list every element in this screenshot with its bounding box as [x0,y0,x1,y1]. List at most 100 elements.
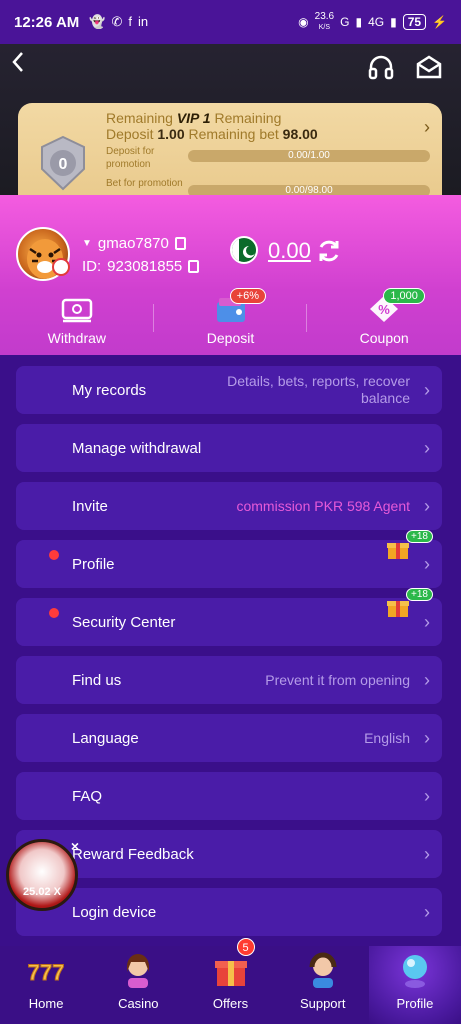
menu-item-value: English [364,729,410,746]
hotspot-icon: ◉ [298,15,309,29]
chevron-right-icon: › [424,117,430,137]
bottom-nav: 777 Home Casino 5 Offers Support Profile [0,938,461,1024]
signal-4g: 4G [368,15,385,29]
avatar-edit-icon[interactable] [52,258,70,276]
reward-badge: +18 [406,530,433,543]
withdraw-button[interactable]: Withdraw [0,290,154,350]
nav-profile[interactable]: Profile [368,946,461,1024]
username-row: ▼ gmao7870 [82,235,186,252]
signal-g: G [340,15,350,29]
vip-summary: Remaining VIP 1 Remaining Deposit 1.00 R… [106,110,318,142]
facebook-icon: f [128,14,133,29]
nav-label: Casino [118,996,159,1011]
copy-icon[interactable] [174,237,186,250]
reward-badge: +18 [406,588,433,601]
svg-text:777: 777 [28,960,65,985]
vip-remaining-label-2: Remaining [214,110,282,126]
menu-item-label: My records [72,381,147,399]
mail-icon[interactable] [414,52,444,82]
headset-icon[interactable] [366,52,396,82]
nav-label: Offers [212,996,249,1011]
menu-item-label: Profile [72,555,115,573]
vip-level-badge-icon: 0 [41,135,85,191]
vip-level: 0 [59,156,68,173]
coupon-count-tag: 1,000 [383,288,425,304]
menu-item-value: commission PKR 598 Agent [236,497,410,514]
wallet-card-icon [61,298,93,323]
menu-item-label: FAQ [72,787,103,805]
status-time: 12:26 AM [14,13,80,31]
battery-level: 75 [402,14,427,30]
gift-offers-icon [214,961,247,986]
menu-item-find-us[interactable]: Find us Prevent it from opening › [16,656,442,704]
menu-item-label: Security Center [72,613,176,631]
user-id: 923081855 [107,258,183,275]
notification-dot [49,550,59,560]
snapchat-icon: 👻 [89,14,106,29]
notification-icons: 👻 ✆ f in [89,14,148,30]
coupon-button[interactable]: % 1,000 Coupon [307,288,461,350]
menu-item-label: Manage withdrawal [72,439,202,457]
menu-item-label: Reward Feedback [72,845,194,863]
back-icon[interactable] [10,50,26,81]
floating-game-widget[interactable]: × 25.02 X [6,838,79,911]
vip-remaining-label: Remaining [106,110,173,126]
user-id-label: ID: [82,258,102,275]
caret-down-icon: ▼ [82,238,92,249]
menu-item-manage-withdrawal[interactable]: Manage withdrawal › [16,424,442,472]
menu-item-language[interactable]: Language English › [16,714,442,762]
pakistan-flag-icon [230,236,258,264]
nav-support[interactable]: Support [277,946,369,1024]
vip-deposit-value: 1.00 [157,126,185,142]
chevron-right-icon: › [424,437,430,458]
user-id-row: ID: 923081855 [82,258,200,275]
coupon-label: Coupon [359,330,409,346]
copy-icon[interactable] [188,260,200,273]
game-multiplier: 25.02 X [23,886,61,898]
nav-home[interactable]: 777 Home [0,946,92,1024]
vip-bet-value: 98.00 [282,126,318,142]
withdraw-label: Withdraw [47,330,107,346]
deposit-button[interactable]: +6% Deposit [154,288,308,350]
charging-icon: ⚡ [432,15,447,29]
username: gmao7870 [97,235,169,252]
menu-item-login-device[interactable]: Login device › [16,888,442,936]
status-bar: 12:26 AM 👻 ✆ f in ◉ 23.6 K/S G ▮ 4G ▮ 75… [0,0,461,44]
profile-orb-icon [402,955,427,988]
deposit-bonus-tag: +6% [229,288,266,304]
menu-item-label: Invite [72,497,108,515]
linkedin-icon: in [138,14,149,29]
nav-casino[interactable]: Casino [92,946,184,1024]
offers-badge: 5 [236,938,255,956]
chevron-right-icon: › [424,843,430,864]
chevron-right-icon: › [424,785,430,806]
deposit-label: Deposit [206,330,255,346]
deposit-promo-label: Deposit for promotion [106,146,155,170]
deposit-promo-progress: 0.00/1.00 [188,150,430,162]
chevron-right-icon: › [424,727,430,748]
menu-item-profile[interactable]: Profile +18 › [16,530,442,588]
vip-deposit-label: Deposit [106,126,154,142]
chevron-right-icon: › [424,611,430,632]
balance: 0.00 [268,238,311,263]
bet-promo-label: Bet for promotion [106,178,183,189]
vip-next-level: VIP 1 [176,110,211,126]
signal-bars-icon: ▮ [355,15,363,29]
menu-item-reward-feedback[interactable]: Reward Feedback › [16,830,442,878]
slot-777-icon: 777 [27,960,65,986]
close-icon[interactable]: × [71,838,79,854]
casino-girl-icon [127,954,150,988]
refresh-icon[interactable] [314,236,344,266]
nav-offers[interactable]: 5 Offers [184,938,276,1024]
support-agent-icon [309,952,337,988]
nav-label: Home [28,996,64,1011]
chevron-right-icon: › [424,669,430,690]
menu-item-faq[interactable]: FAQ › [16,772,442,820]
net-speed-value: 23.6 [314,10,335,22]
menu-item-security-center[interactable]: Security Center +18 › [16,588,442,646]
nav-label: Support [299,996,346,1011]
menu-item-my-records[interactable]: My records Details, bets, reports, recov… [16,366,442,414]
notification-dot [49,608,59,618]
menu-item-invite[interactable]: Invite commission PKR 598 Agent › [16,482,442,530]
chevron-right-icon: › [424,901,430,922]
